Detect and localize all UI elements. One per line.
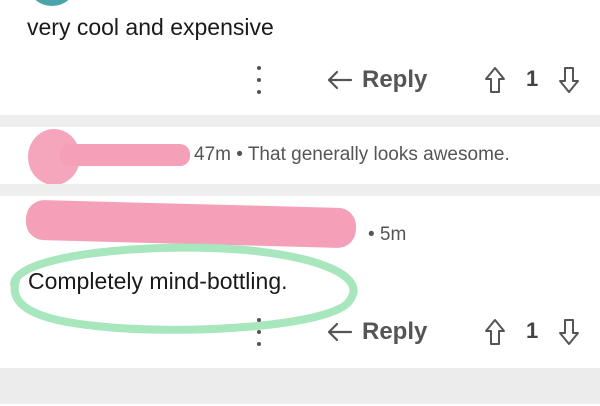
downvote-arrow-icon[interactable] (558, 66, 580, 94)
kebab-icon[interactable] (254, 318, 264, 346)
upvote-arrow-icon[interactable] (484, 318, 506, 346)
comment-age: • 5m (368, 224, 407, 245)
comment-actions: Reply 1 (0, 60, 600, 100)
collapsed-comment[interactable]: 47m • That generally looks awesome. (0, 127, 600, 185)
avatar[interactable] (30, 0, 74, 6)
divider (0, 115, 600, 127)
reply-label: Reply (362, 318, 428, 345)
reply-button[interactable]: Reply (326, 62, 427, 98)
avatar[interactable] (28, 206, 58, 236)
reply-arrow-icon (327, 70, 353, 90)
collapsed-comment-meta: 47m • That generally looks awesome. (194, 144, 510, 165)
divider (0, 368, 600, 404)
reply-button[interactable]: Reply (326, 314, 427, 350)
comment-body: very cool and expensive (27, 14, 274, 40)
vote-count: 1 (526, 66, 539, 91)
reply-arrow-icon (327, 322, 353, 342)
divider (0, 184, 600, 196)
upvote-arrow-icon[interactable] (484, 66, 506, 94)
vote-count: 1 (526, 318, 539, 343)
downvote-arrow-icon[interactable] (558, 318, 580, 346)
redaction-scribble (60, 144, 190, 166)
comment-actions: Reply 1 (0, 312, 600, 352)
reply-label: Reply (362, 66, 428, 93)
kebab-icon[interactable] (254, 66, 264, 94)
